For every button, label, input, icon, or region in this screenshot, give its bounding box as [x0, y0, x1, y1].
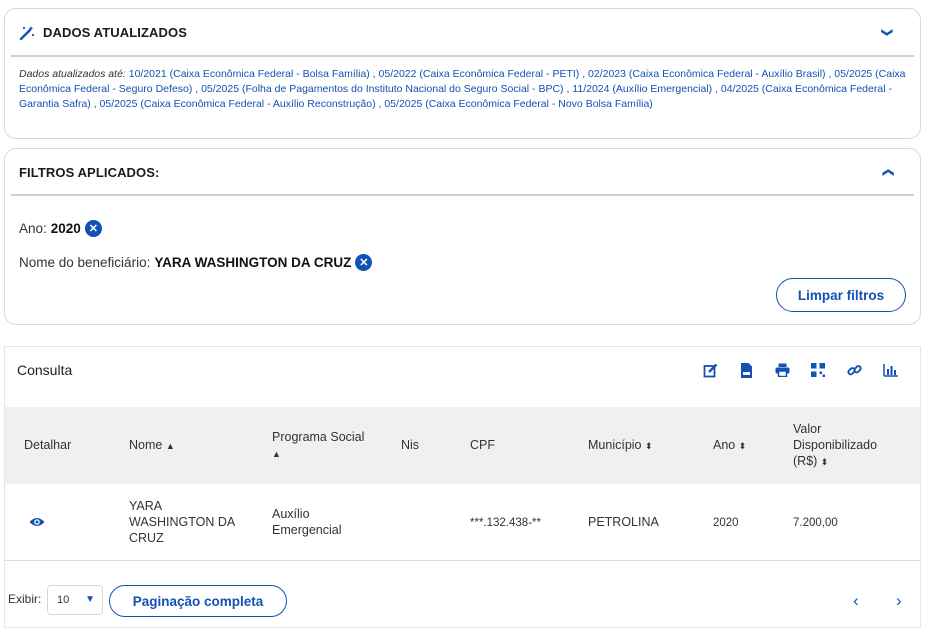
column-nome[interactable]: Nome ▲	[129, 437, 175, 454]
updated-data-lead: Dados atualizados até:	[19, 68, 126, 80]
filter-value: YARA WASHINGTON DA CRUZ	[154, 255, 352, 270]
column-label: Valor	[793, 422, 822, 436]
filter-chip-beneficiary: Nome do beneficiário: YARA WASHINGTON DA…	[19, 254, 373, 271]
updated-data-header[interactable]: DADOS ATUALIZADOS ❯	[5, 9, 920, 56]
qr-code-icon[interactable]	[810, 362, 826, 378]
next-page-icon[interactable]: ›	[896, 591, 902, 611]
divider	[11, 55, 914, 57]
eye-icon[interactable]	[29, 515, 45, 527]
cell-programa-social: Auxílio Emergencial	[272, 506, 341, 538]
applied-filters-header[interactable]: FILTROS APLICADOS: ❯	[5, 149, 920, 195]
results-toolbar: Consulta	[5, 347, 920, 407]
filter-value: 2020	[50, 221, 81, 236]
updated-data-card: DADOS ATUALIZADOS ❯ Dados atualizados at…	[4, 8, 921, 139]
sort-icon: ⬍	[738, 441, 747, 451]
results-panel: Consulta Detalhar Nome ▲ Programa Social…	[4, 346, 921, 628]
table-header: Detalhar Nome ▲ Programa Social ▲︎ Nis C…	[5, 407, 920, 484]
remove-filter-icon[interactable]: ✕	[84, 220, 102, 237]
export-tools	[702, 362, 898, 378]
column-label: Município	[588, 438, 642, 452]
magic-wand-icon	[19, 25, 35, 41]
column-valor[interactable]: Valor Disponibilizado (R$) ⬍	[793, 421, 877, 470]
column-nis: Nis	[401, 438, 420, 452]
column-label: Programa Social	[272, 430, 365, 444]
applied-filters-title: FILTROS APLICADOS:	[19, 164, 160, 180]
cell-valor: 7.200,00	[793, 517, 838, 529]
results-title: Consulta	[17, 362, 73, 378]
cell-nome-line: CRUZ	[129, 531, 164, 545]
remove-filter-icon[interactable]: ✕	[355, 254, 373, 271]
updated-data-text: Dados atualizados até: 10/2021 (Caixa Ec…	[19, 67, 906, 112]
sort-icon: ⬍	[644, 441, 653, 451]
cell-cpf: ***.132.438-**	[470, 517, 541, 529]
chart-icon[interactable]	[882, 362, 898, 378]
table-row: YARA WASHINGTON DA CRUZ Auxílio Emergenc…	[5, 484, 920, 561]
print-icon[interactable]	[774, 362, 790, 378]
column-label: (R$)	[793, 454, 818, 468]
page-size-value: 10	[57, 594, 70, 606]
cell-nome-line: WASHINGTON DA	[129, 515, 236, 529]
column-municipio[interactable]: Município ⬍	[588, 437, 653, 454]
full-pagination-button[interactable]: Paginação completa	[109, 585, 287, 617]
column-cpf: CPF	[470, 438, 495, 452]
cell-nome: YARA WASHINGTON DA CRUZ	[129, 498, 235, 546]
updated-data-title: DADOS ATUALIZADOS	[43, 25, 187, 40]
link-icon[interactable]	[846, 362, 862, 378]
applied-filters-card: FILTROS APLICADOS: ❯ Ano: 2020 ✕ Nome do…	[4, 148, 921, 325]
edit-icon[interactable]	[702, 362, 718, 378]
sort-asc-icon: ▲	[165, 441, 175, 451]
cell-programa-line: Auxílio	[272, 507, 310, 521]
cell-programa-line: Emergencial	[272, 523, 342, 537]
cell-nome-line: YARA	[129, 499, 163, 513]
cell-municipio: PETROLINA	[588, 515, 659, 529]
divider	[11, 194, 914, 196]
clear-filters-button[interactable]: Limpar filtros	[776, 278, 906, 312]
chevron-up-icon[interactable]: ❯	[881, 167, 894, 176]
pagination-bar: Exibir: 10 ▼ Paginação completa ‹ ›	[5, 575, 920, 617]
updated-data-list: 10/2021 (Caixa Econômica Federal - Bolsa…	[19, 68, 906, 110]
caret-down-icon: ▼	[85, 594, 95, 605]
previous-page-icon[interactable]: ‹	[853, 591, 859, 611]
cell-ano: 2020	[713, 517, 739, 529]
sort-icon: ⬍	[820, 457, 829, 467]
sort-icon: ▲︎	[272, 449, 281, 459]
filter-label: Ano:	[19, 221, 47, 236]
column-detalhar: Detalhar	[24, 438, 72, 452]
filter-label: Nome do beneficiário:	[19, 255, 151, 270]
column-ano[interactable]: Ano ⬍	[713, 437, 746, 454]
page-size-select[interactable]: 10 ▼	[47, 585, 103, 615]
column-programa-social[interactable]: Programa Social ▲︎	[272, 429, 364, 462]
page-size-label: Exibir:	[8, 592, 42, 606]
csv-icon[interactable]	[738, 362, 754, 378]
chevron-down-icon[interactable]: ❯	[881, 28, 894, 37]
column-label: Nome	[129, 438, 163, 452]
column-label: Ano	[713, 438, 736, 452]
column-label: Disponibilizado	[793, 438, 878, 452]
filter-chip-year: Ano: 2020 ✕	[19, 220, 102, 237]
